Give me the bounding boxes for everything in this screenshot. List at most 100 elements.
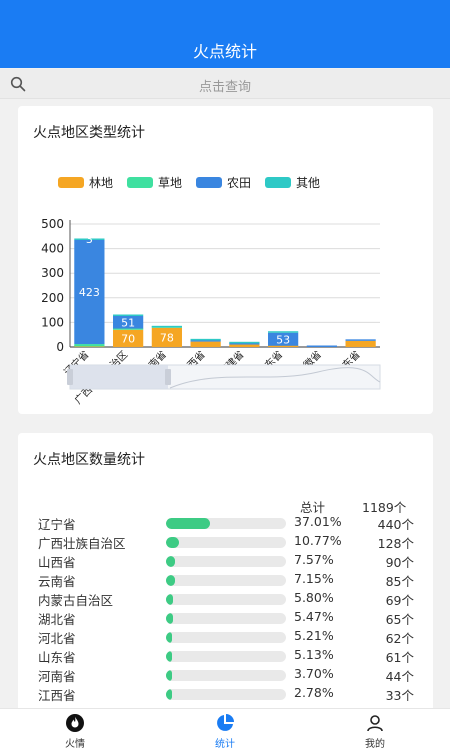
fire-icon [66,714,84,732]
percent-bar [166,632,286,643]
percent-bar [166,689,286,700]
percent-bar-fill [166,632,173,643]
bar-farmland [345,339,376,341]
percent-bar-fill [166,537,179,548]
percent-bar-fill [166,556,176,567]
list-item[interactable]: 河北省 5.21% 62个 [18,628,433,647]
region-count: 440个 [377,517,414,532]
bar-other [113,314,144,317]
percent-bar [166,537,286,548]
percent-bar [166,651,286,662]
tab-label: 火情 [65,739,85,750]
list-item[interactable]: 湖北省 5.47% 65个 [18,609,433,628]
page-title: 火点统计 [192,42,257,61]
region-count: 85个 [385,574,414,589]
region-name: 辽宁省 [38,517,76,532]
bar-forest [345,340,376,347]
tab-stats[interactable]: 统计 [195,713,255,750]
search-bar[interactable]: 点击查询 [0,69,450,99]
tab-mine[interactable]: 我的 [345,713,405,750]
data-label: 53 [276,333,290,346]
zoom-handle-left [67,369,73,385]
percent-bar-fill [166,670,172,681]
fire-type-bar-chart: 01002003004005004233辽宁省7051广西壮族自治区78云南省江… [41,217,381,407]
region-name: 云南省 [38,574,76,589]
data-label: 51 [121,316,135,329]
y-tick-label: 200 [41,291,64,305]
user-icon [367,715,383,732]
region-percent: 5.13% [294,647,334,662]
region-count: 69个 [385,593,414,608]
y-tick-label: 0 [56,340,64,354]
list-item[interactable]: 内蒙古自治区 5.80% 69个 [18,590,433,609]
bottom-tab-bar: 火情 统计 我的 [0,708,450,750]
percent-bar [166,518,286,529]
percent-bar-fill [166,689,172,700]
bar-forest [190,341,221,347]
pie-chart-icon [217,714,234,731]
region-name: 广西壮族自治区 [38,536,126,551]
bar-other [190,338,221,341]
region-percent: 37.01% [294,514,342,529]
list-item[interactable]: 江西省 2.78% 33个 [18,685,433,704]
percent-bar [166,613,286,624]
percent-bar-fill [166,613,173,624]
region-count: 33个 [385,688,414,703]
region-name: 山东省 [38,650,76,665]
y-tick-label: 100 [41,315,64,329]
y-tick-label: 500 [41,217,64,231]
y-tick-label: 300 [41,266,64,280]
region-percent: 5.47% [294,609,334,624]
region-name: 河南省 [38,669,76,684]
list-item[interactable]: 山东省 5.13% 61个 [18,647,433,666]
count-stats-card: 火点地区数量统计 总计 1189个 辽宁省 37.01% 440个 广西壮族自治区 10… [18,433,433,733]
tab-label: 统计 [215,739,235,750]
region-count: 61个 [385,650,414,665]
list-item[interactable]: 辽宁省 37.01% 440个 [18,514,433,533]
bar-farmland [306,345,337,347]
search-placeholder[interactable]: 点击查询 [0,76,450,95]
bar-other [151,325,182,328]
region-count: 65个 [385,612,414,627]
region-percent: 10.77% [294,533,342,548]
bar-other [229,341,260,344]
region-count: 62个 [385,631,414,646]
list-item[interactable]: 广西壮族自治区 10.77% 128个 [18,533,433,552]
percent-bar [166,670,286,681]
region-percent: 2.78% [294,685,334,700]
region-percent: 5.21% [294,628,334,643]
type-stats-card: 火点地区类型统计 林地 草地 农田 其他 0 100 200 300 400 500 423… [18,106,433,414]
percent-bar-fill [166,575,175,586]
data-label: 78 [160,331,174,344]
data-label: 423 [79,286,100,299]
bar-other [268,331,299,333]
region-count: 90个 [385,555,414,570]
data-label: 3 [86,233,93,246]
percent-bar-fill [166,651,173,662]
percent-bar [166,594,286,605]
region-count: 128个 [377,536,414,551]
list-item[interactable]: 山西省 7.57% 90个 [18,552,433,571]
app-header: 火点统计 [0,0,450,68]
count-stats-title: 火点地区数量统计 [33,452,145,468]
percent-bar-fill [166,594,173,605]
region-count: 44个 [385,669,414,684]
percent-bar [166,556,286,567]
list-item[interactable]: 河南省 3.70% 44个 [18,666,433,685]
list-item[interactable]: 云南省 7.15% 85个 [18,571,433,590]
region-percent: 3.70% [294,666,334,681]
zoom-handle-right [165,369,171,385]
region-name: 江西省 [38,688,76,703]
bar-forest [229,344,260,347]
data-label: 70 [121,332,135,345]
region-name: 湖北省 [38,612,76,627]
region-name: 山西省 [38,555,76,570]
region-name: 河北省 [38,631,76,646]
bar-grass [74,344,105,347]
region-percent: 7.15% [294,571,334,586]
percent-bar [166,575,286,586]
percent-bar-fill [166,518,211,529]
tab-fire[interactable]: 火情 [45,713,105,750]
region-name: 内蒙古自治区 [38,593,114,608]
y-tick-label: 400 [41,242,64,256]
